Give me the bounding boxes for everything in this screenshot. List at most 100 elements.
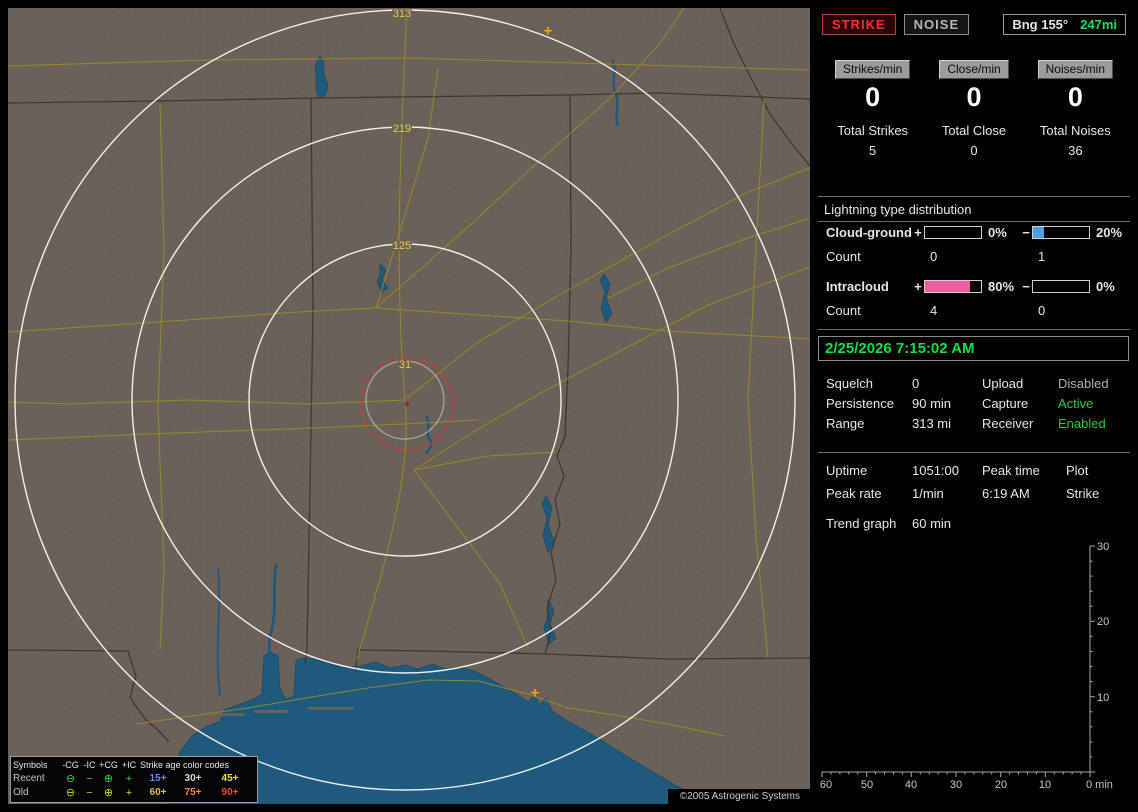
legend-ages-title: Strike age color codes (140, 760, 230, 770)
pos-ic-icon: + (125, 787, 133, 799)
plot-label: Plot (1066, 463, 1089, 478)
peak-rate-value: 1/min (912, 486, 944, 501)
age-75-label: 75+ (184, 787, 202, 798)
noises-per-min-label: Noises/min (1037, 60, 1113, 79)
total-strikes-value: 5 (869, 143, 877, 159)
age-45-label: 45+ (221, 773, 239, 784)
ring-label-219: 219 (393, 123, 411, 135)
ic-positive-count: 4 (930, 303, 938, 318)
cg-negative-pct: 20% (1096, 225, 1123, 240)
total-noises-value: 36 (1068, 143, 1083, 159)
receiver-label: Receiver (982, 416, 1034, 431)
legend-col-pcg: +CG (99, 760, 118, 770)
neg-ic-icon: − (86, 773, 93, 785)
x-tick-30: 30 (950, 779, 962, 791)
age-15-label: 15+ (149, 773, 167, 784)
datetime: 2/25/2026 7:15:02 AM (825, 340, 975, 357)
receiver-status: Enabled (1058, 416, 1106, 431)
bearing-label: Bng 155° (1012, 17, 1069, 32)
map-canvas: 313 219 125 31 + + (8, 8, 810, 804)
bearing-distance: 247mi (1080, 17, 1117, 32)
x-tick-40: 40 (905, 779, 917, 791)
legend-col-ncg: -CG (62, 760, 79, 770)
settings-row: Range 313 mi Receiver Enabled (826, 416, 1126, 431)
legend-row-recent-label: Recent (13, 773, 45, 784)
lightning-map[interactable]: 313 219 125 31 + + Symbols -CG -IC +CG +I… (8, 8, 810, 804)
pos-ic-icon: + (125, 773, 133, 785)
datetime-box: 2/25/2026 7:15:02 AM (818, 336, 1129, 361)
indicator-row: STRIKE NOISE Bng 155° 247mi (822, 14, 1126, 35)
total-strikes-label: Total Strikes (837, 123, 909, 139)
total-close-value: 0 (970, 143, 978, 159)
close-per-min-value: 0 (966, 82, 982, 112)
ring-label-31: 31 (399, 359, 411, 371)
rate-counters: Strikes/min 0 Total Strikes 5 Close/min … (822, 60, 1126, 158)
neg-cg-icon: ⊖ (65, 773, 76, 785)
upload-label: Upload (982, 376, 1024, 391)
divider (818, 221, 1130, 222)
bearing-display: Bng 155° 247mi (1003, 14, 1126, 35)
distribution-title: Lightning type distribution (824, 202, 972, 217)
cg-positive-count: 0 (930, 249, 938, 264)
x-tick-60: 60 (820, 779, 832, 791)
plot-type-value[interactable]: Strike (1066, 486, 1124, 501)
legend-symbols-title: Symbols (13, 760, 48, 770)
status-panel: STRIKE NOISE Bng 155° 247mi Strikes/min … (818, 0, 1130, 812)
cg-positive-bar (924, 226, 982, 239)
persistence-value: 90 min (912, 396, 952, 411)
divider (818, 196, 1130, 197)
strikes-per-min-value: 0 (865, 82, 881, 112)
plus-sign: + (914, 225, 922, 240)
cg-negative-count: 1 (1038, 249, 1046, 264)
sensor-location-dot (405, 402, 409, 406)
cloud-ground-row: Cloud-ground + 0% − 20% (826, 225, 1126, 240)
settings-row: Squelch 0 Upload Disabled (826, 376, 1126, 391)
trend-graph: 30 20 10 60 50 40 30 20 10 0 min (820, 541, 1113, 791)
range-label: Range (826, 416, 865, 431)
intracloud-label: Intracloud (826, 279, 889, 294)
intracloud-row: Intracloud + 80% − 0% (826, 279, 1126, 294)
peak-time-value: 6:19 AM (982, 486, 1030, 501)
legend-row-old-label: Old (13, 787, 29, 798)
uptime-value: 1051:00 (912, 463, 959, 478)
trend-axes (822, 546, 1091, 773)
capture-status: Active (1058, 396, 1094, 411)
ic-negative-pct: 0% (1096, 279, 1115, 294)
age-60-label: 60+ (149, 787, 167, 798)
upload-status: Disabled (1058, 376, 1109, 391)
minus-sign: − (1022, 225, 1030, 240)
trend-graph-row: Trend graph 60 min (826, 516, 1126, 531)
strike-marker: + (531, 685, 539, 701)
session-row: Uptime 1051:00 Peak time Plot (826, 463, 1126, 478)
intracloud-count-row: Count 4 0 (826, 303, 1126, 318)
map-legend: Symbols -CG -IC +CG +IC Strike age color… (10, 756, 258, 803)
y-tick-30: 30 (1097, 541, 1109, 553)
close-per-min-label: Close/min (939, 60, 1009, 79)
close-counter: Close/min 0 Total Close 0 (923, 60, 1024, 158)
ic-negative-count: 0 (1038, 303, 1046, 318)
noise-indicator[interactable]: NOISE (903, 14, 970, 35)
plus-sign: + (914, 279, 922, 294)
uptime-label: Uptime (826, 463, 868, 478)
cg-negative-bar (1032, 226, 1090, 239)
age-90-label: 90+ (221, 787, 239, 798)
strike-indicator[interactable]: STRIKE (822, 14, 896, 35)
ic-positive-pct: 80% (988, 279, 1015, 294)
session-row: Peak rate 1/min 6:19 AM Strike (826, 486, 1126, 501)
ring-label-125: 125 (393, 240, 411, 252)
pos-cg-icon: ⊕ (103, 787, 114, 799)
x-tick-20: 20 (995, 779, 1007, 791)
pos-cg-icon: ⊕ (103, 773, 114, 785)
neg-ic-icon: − (86, 787, 93, 799)
ic-negative-bar (1032, 280, 1090, 293)
peak-rate-label: Peak rate (826, 486, 882, 501)
trend-graph-window: 60 min (912, 516, 952, 531)
x-tick-0-min: 0 min (1086, 779, 1113, 791)
ic-positive-bar (924, 280, 982, 293)
legend-col-pic: +IC (121, 760, 137, 770)
cloud-ground-count-row: Count 0 1 (826, 249, 1126, 264)
minus-sign: − (1022, 279, 1030, 294)
range-value: 313 mi (912, 416, 952, 431)
strikes-per-min-label: Strikes/min (834, 60, 911, 79)
noises-counter: Noises/min 0 Total Noises 36 (1025, 60, 1126, 158)
